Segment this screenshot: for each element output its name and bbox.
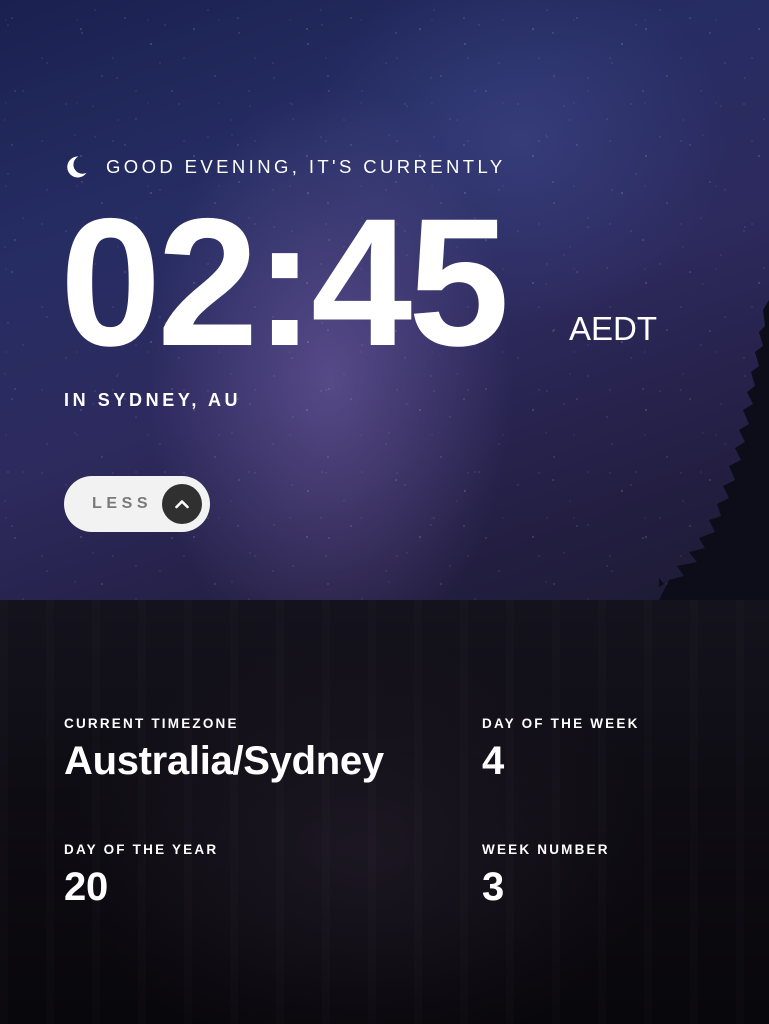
- week-number-item: WEEK NUMBER 3: [482, 842, 610, 910]
- less-toggle-button[interactable]: LESS: [64, 476, 210, 532]
- greeting-text: GOOD EVENING, IT'S CURRENTLY: [106, 156, 506, 177]
- details-panel: [0, 600, 769, 1024]
- current-timezone-item: CURRENT TIMEZONE Australia/Sydney: [64, 716, 384, 784]
- current-timezone-label: CURRENT TIMEZONE: [64, 716, 239, 731]
- location-text: IN SYDNEY, AU: [64, 390, 242, 410]
- tree-silhouette: [659, 280, 769, 600]
- moon-icon: [64, 155, 88, 179]
- week-number-label: WEEK NUMBER: [482, 842, 610, 857]
- chevron-up-icon: [162, 484, 202, 524]
- timezone-abbreviation: AEDT: [569, 310, 658, 347]
- day-of-week-value: 4: [482, 739, 504, 783]
- day-of-year-value: 20: [64, 865, 108, 909]
- week-number-value: 3: [482, 865, 504, 909]
- day-of-year-label: DAY OF THE YEAR: [64, 842, 219, 857]
- day-of-year-item: DAY OF THE YEAR 20: [64, 842, 218, 910]
- greeting: GOOD EVENING, IT'S CURRENTLY: [64, 152, 506, 182]
- clock: 02:45 AEDT: [60, 180, 657, 384]
- day-of-week-label: DAY OF THE WEEK: [482, 716, 640, 731]
- day-of-week-item: DAY OF THE WEEK 4: [482, 716, 640, 784]
- current-time: 02:45: [60, 180, 509, 384]
- toggle-label: LESS: [92, 495, 153, 512]
- current-timezone-value: Australia/Sydney: [64, 739, 384, 783]
